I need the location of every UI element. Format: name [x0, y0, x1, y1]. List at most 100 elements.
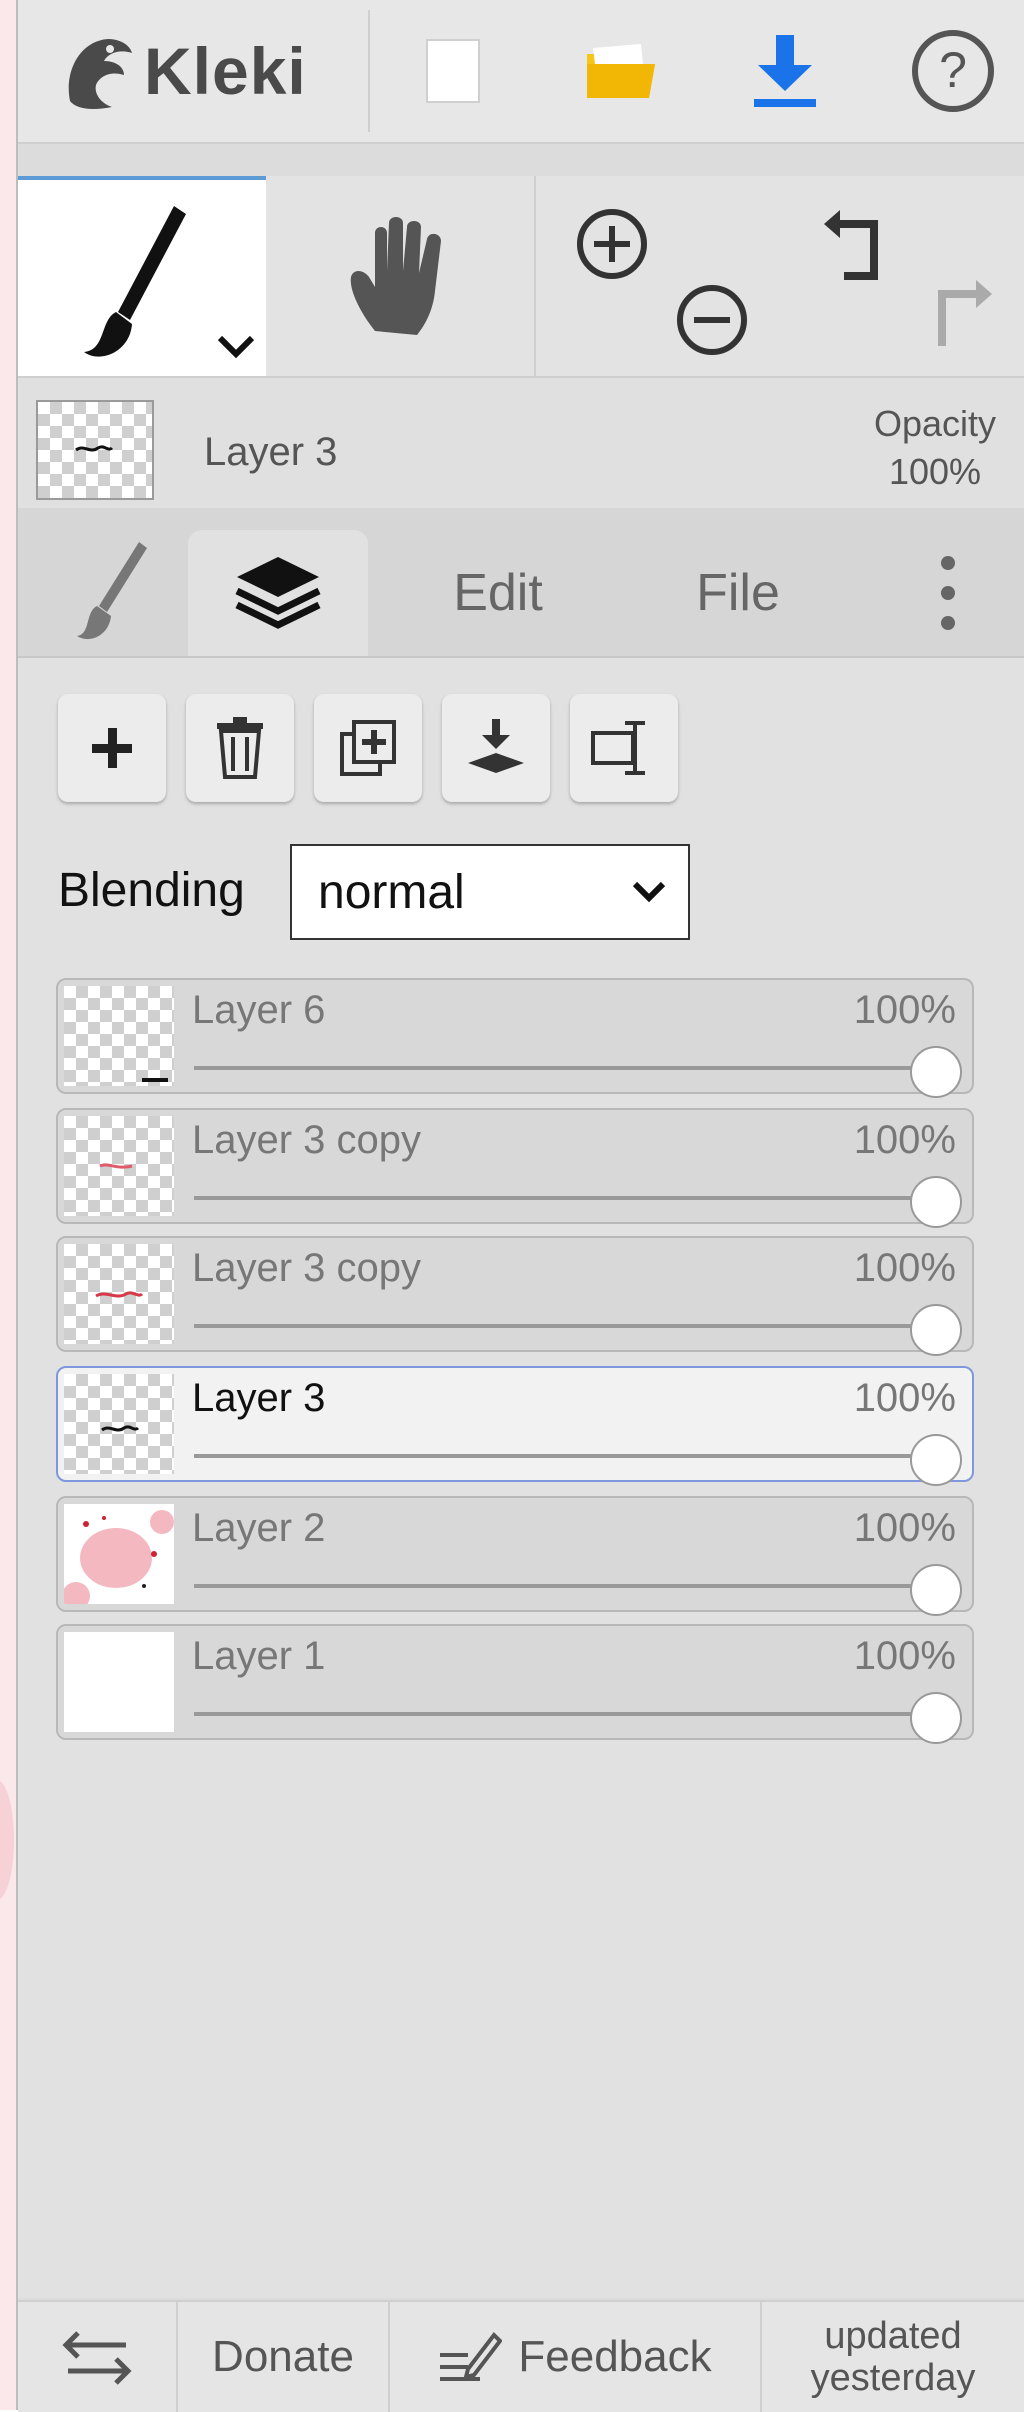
brush-tool-button[interactable]	[18, 176, 266, 376]
updated-line-1: updated	[824, 2315, 962, 2357]
blending-value: normal	[318, 865, 465, 919]
feedback-label: Feedback	[518, 2332, 712, 2381]
layer-thumbnail	[64, 1244, 174, 1344]
layer-row-layer-3-copy-2[interactable]: Layer 3 copy 100%	[56, 1236, 974, 1356]
undo-icon[interactable]	[820, 206, 890, 282]
layer-thumbnail	[64, 1504, 174, 1604]
layer-row-layer-2[interactable]: Layer 2 100%	[56, 1496, 974, 1616]
layer-row-layer-3-copy[interactable]: Layer 3 copy 100%	[56, 1108, 974, 1228]
new-document-icon	[426, 39, 480, 103]
chevron-down-icon[interactable]	[216, 334, 256, 360]
svg-text:?: ?	[939, 42, 967, 98]
tab-edit[interactable]: Edit	[388, 530, 608, 656]
swap-side-button[interactable]	[18, 2302, 178, 2412]
current-layer-name: Layer 3	[204, 430, 338, 474]
current-layer-opacity: Opacity 100%	[874, 400, 996, 496]
layers-icon	[235, 557, 321, 629]
layer-name: Layer 3 copy	[192, 1118, 422, 1162]
app-name: Kleki	[144, 34, 307, 108]
opacity-slider-knob[interactable]	[910, 1046, 962, 1098]
hand-icon	[350, 217, 441, 335]
download-icon	[754, 35, 816, 107]
chevron-down-icon	[632, 881, 666, 903]
layer-opacity: 100%	[853, 1246, 956, 1290]
opacity-slider-knob[interactable]	[910, 1176, 962, 1228]
opacity-slider-track[interactable]	[194, 1066, 932, 1070]
layer-opacity: 100%	[853, 1118, 956, 1162]
history-buttons	[788, 176, 1024, 376]
layers-panel: Blending normal Layer 6 100% Layer 3 cop…	[18, 658, 1024, 2298]
bottom-bar: Donate Feedback updated yesterday	[18, 2300, 1024, 2412]
opacity-slider-track[interactable]	[194, 1196, 932, 1200]
kleki-logo[interactable]: Kleki	[40, 10, 370, 132]
changelog-link[interactable]: updated yesterday	[762, 2302, 1024, 2412]
brush-icon	[84, 206, 186, 357]
layer-name: Layer 6	[192, 988, 326, 1032]
opacity-slider-track[interactable]	[194, 1324, 932, 1328]
rename-icon	[591, 721, 645, 775]
layer-opacity: 100%	[853, 988, 956, 1032]
tab-brush[interactable]	[38, 530, 188, 656]
blending-label: Blending	[58, 864, 245, 917]
save-button[interactable]	[710, 10, 860, 132]
duplicate-layer-icon	[340, 720, 396, 776]
layer-thumbnail	[64, 1374, 174, 1474]
zoom-in-icon[interactable]	[574, 206, 650, 282]
opacity-label: Opacity	[873, 403, 996, 444]
side-panel: Kleki ? Layer 3 Opacity 100% Edit File B…	[16, 0, 1024, 2412]
rename-layer-button[interactable]	[570, 694, 678, 802]
redo-icon[interactable]	[924, 276, 996, 352]
blending-select[interactable]: normal	[290, 844, 690, 940]
merge-down-button[interactable]	[442, 694, 550, 802]
add-layer-icon	[92, 728, 132, 768]
delete-layer-button[interactable]	[186, 694, 294, 802]
layer-name: Layer 2	[192, 1506, 326, 1550]
add-layer-button[interactable]	[58, 694, 166, 802]
tab-layers[interactable]	[188, 530, 368, 656]
donate-link[interactable]: Donate	[178, 2302, 390, 2412]
folder-icon	[587, 44, 655, 98]
layer-thumbnail	[64, 986, 174, 1086]
brush-tab-icon	[77, 542, 147, 640]
hand-tool-button[interactable]	[266, 176, 536, 376]
layer-name: Layer 3 copy	[192, 1246, 422, 1290]
layer-row-layer-3[interactable]: Layer 3 100%	[56, 1366, 974, 1486]
layer-thumbnail	[64, 1632, 174, 1732]
open-button[interactable]	[546, 10, 696, 132]
canvas-edge[interactable]	[0, 0, 16, 2410]
swap-arrows-icon	[62, 2331, 132, 2385]
zoom-buttons	[538, 176, 788, 376]
layer-row-layer-6[interactable]: Layer 6 100%	[56, 978, 974, 1098]
more-vertical-icon	[941, 556, 955, 630]
opacity-slider-track[interactable]	[194, 1584, 932, 1588]
layer-opacity: 100%	[853, 1634, 956, 1678]
opacity-slider-knob[interactable]	[910, 1434, 962, 1486]
current-layer-info: Layer 3 Opacity 100%	[18, 378, 1024, 508]
more-menu-button[interactable]	[898, 530, 998, 656]
opacity-slider-knob[interactable]	[910, 1304, 962, 1356]
layer-row-layer-1[interactable]: Layer 1 100%	[56, 1624, 974, 1744]
help-button[interactable]: ?	[878, 10, 1024, 132]
trash-icon	[217, 717, 263, 779]
opacity-slider-track[interactable]	[194, 1454, 932, 1458]
tab-file[interactable]: File	[628, 530, 848, 656]
duplicate-layer-button[interactable]	[314, 694, 422, 802]
opacity-slider-knob[interactable]	[910, 1564, 962, 1616]
kleki-logo-icon	[68, 39, 132, 109]
tab-bar: Edit File	[18, 508, 1024, 658]
help-icon: ?	[912, 30, 994, 112]
zoom-out-icon[interactable]	[674, 282, 750, 358]
opacity-slider-track[interactable]	[194, 1712, 932, 1716]
opacity-value: 100%	[888, 451, 982, 492]
layer-opacity: 100%	[853, 1506, 956, 1550]
tool-row	[18, 176, 1024, 378]
feedback-link[interactable]: Feedback	[390, 2302, 762, 2412]
layer-name: Layer 3	[192, 1376, 326, 1420]
layer-thumbnail	[64, 1116, 174, 1216]
layer-opacity: 100%	[853, 1376, 956, 1420]
opacity-slider-knob[interactable]	[910, 1692, 962, 1744]
layer-name: Layer 1	[192, 1634, 326, 1678]
current-layer-thumbnail	[36, 400, 154, 500]
new-document-button[interactable]	[378, 10, 528, 132]
updated-line-2: yesterday	[810, 2357, 976, 2399]
